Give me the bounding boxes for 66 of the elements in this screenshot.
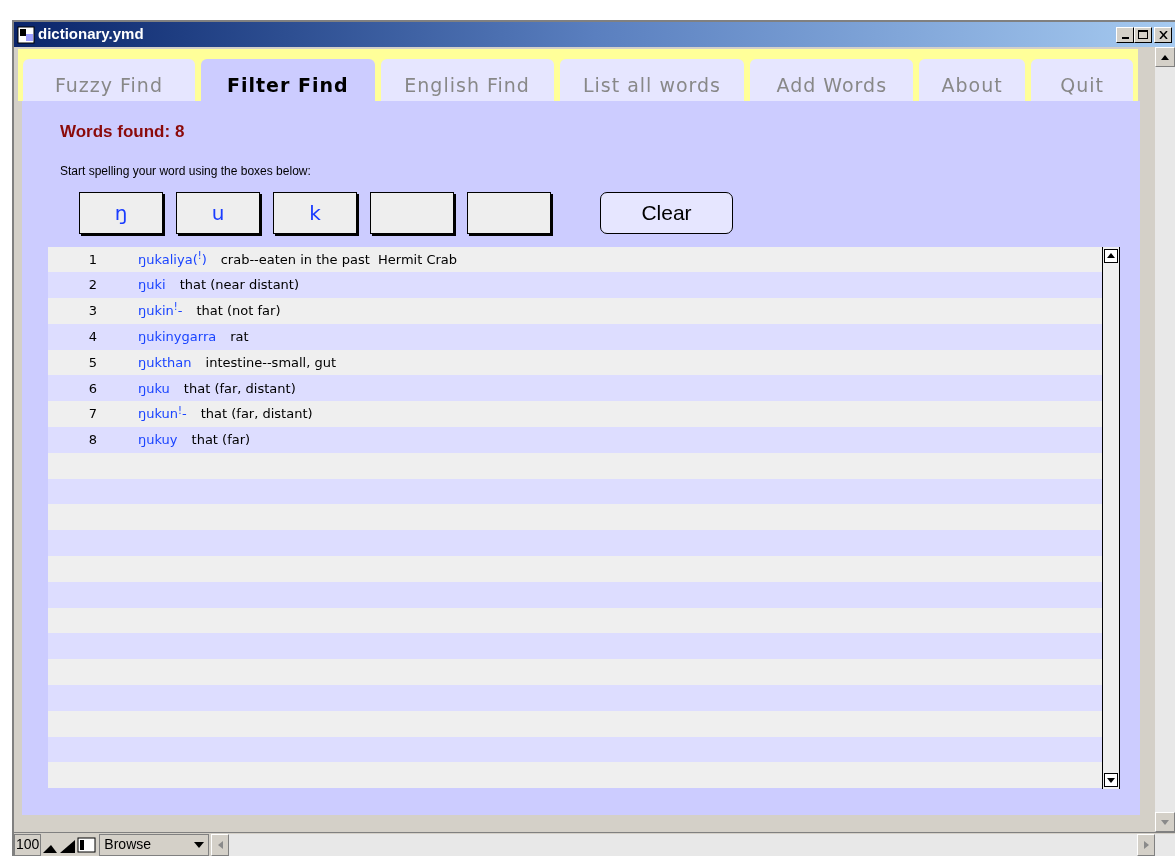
close-button[interactable] xyxy=(1154,26,1172,43)
result-row[interactable]: 6 ŋuku that (far, distant) xyxy=(48,375,1102,402)
letter-box[interactable]: u xyxy=(176,191,260,234)
tab[interactable]: Filter Find xyxy=(200,59,375,101)
layout-icon[interactable] xyxy=(77,834,98,855)
letter-box[interactable] xyxy=(370,191,454,234)
letter-box[interactable]: k xyxy=(273,191,357,234)
app-icon xyxy=(17,25,35,44)
left-arrow-icon xyxy=(217,840,223,849)
row-number: 4 xyxy=(87,328,99,347)
zoom-level[interactable]: 100 xyxy=(14,833,42,856)
word-text: ŋukin$^{!}$- xyxy=(138,301,183,321)
row-number: 2 xyxy=(87,276,99,295)
definition-text: intestine--small, gut xyxy=(205,353,337,372)
definition-text: rat xyxy=(230,328,249,347)
scroll-right-button[interactable] xyxy=(1137,833,1155,856)
letter-box[interactable]: ŋ xyxy=(79,191,163,234)
scroll-up-button[interactable] xyxy=(1155,47,1175,67)
result-row[interactable]: 2 ŋuki that (near distant) xyxy=(48,272,1102,299)
window-title: dictionary.ymd xyxy=(38,24,144,45)
maximize-button[interactable] xyxy=(1134,26,1152,43)
word-text: ŋuki xyxy=(138,276,166,295)
words-found-count: Words found: 8 xyxy=(60,121,185,143)
word-text: ŋuku xyxy=(138,379,170,398)
word-text: ŋukaliya($^{!}$) xyxy=(138,249,207,269)
close-icon xyxy=(1158,30,1168,39)
word-text: ŋukthan xyxy=(138,353,192,372)
result-row[interactable]: 3 ŋukin$^{!}$- that (not far) xyxy=(48,298,1102,324)
down-arrow-icon xyxy=(1161,819,1169,825)
right-arrow-icon xyxy=(1143,840,1149,849)
definition-text: that (far, distant) xyxy=(183,379,296,398)
scroll-down-icon[interactable] xyxy=(1104,772,1118,787)
window-scrollbar[interactable] xyxy=(1155,47,1175,832)
caret-icon xyxy=(194,841,205,848)
scroll-up-icon[interactable] xyxy=(1104,248,1118,263)
word-text: ŋukun$^{!}$- xyxy=(138,404,187,424)
row-number: 5 xyxy=(87,353,99,372)
up-arrow-icon xyxy=(1161,54,1169,60)
definition-text: that (far) xyxy=(191,431,251,450)
mode-dropdown[interactable]: Browse xyxy=(99,833,210,856)
maximize-icon xyxy=(1138,30,1148,39)
scroll-down-button[interactable] xyxy=(1155,812,1175,832)
result-row[interactable]: 5 ŋukthan intestine--small, gut xyxy=(48,349,1102,376)
scroll-left-button[interactable] xyxy=(211,833,230,856)
row-number: 3 xyxy=(87,302,99,321)
definition-text: that (near distant) xyxy=(179,276,300,295)
clear-button[interactable]: Clear xyxy=(600,191,733,234)
letter-box[interactable] xyxy=(467,191,551,234)
row-number: 7 xyxy=(87,405,99,424)
result-row[interactable]: 1 ŋukaliya($^{!}$) crab--eaten in the past Hermit Crab xyxy=(48,246,1102,273)
row-number: 1 xyxy=(87,250,99,269)
minimize-button[interactable] xyxy=(1116,26,1134,43)
list-scrollbar[interactable] xyxy=(1102,246,1120,789)
result-row[interactable]: 8 ŋukuy that (far) xyxy=(48,427,1102,453)
row-number: 6 xyxy=(87,379,99,398)
result-row[interactable]: 7 ŋukun$^{!}$- that (far, distant) xyxy=(48,401,1102,428)
definition-text: crab--eaten in the past Hermit Crab xyxy=(220,250,458,269)
row-number: 8 xyxy=(87,431,99,450)
definition-text: that (far, distant) xyxy=(200,405,313,424)
minimize-icon xyxy=(1121,36,1129,39)
word-text: ŋukinygarra xyxy=(138,328,217,347)
definition-text: that (not far) xyxy=(196,302,281,321)
result-row[interactable]: 4 ŋukinygarra rat xyxy=(48,323,1102,350)
instruction-text: Start spelling your word using the boxes below: xyxy=(60,162,311,180)
horizontal-scrollbar[interactable] xyxy=(211,833,1175,856)
word-text: ŋukuy xyxy=(138,431,178,450)
